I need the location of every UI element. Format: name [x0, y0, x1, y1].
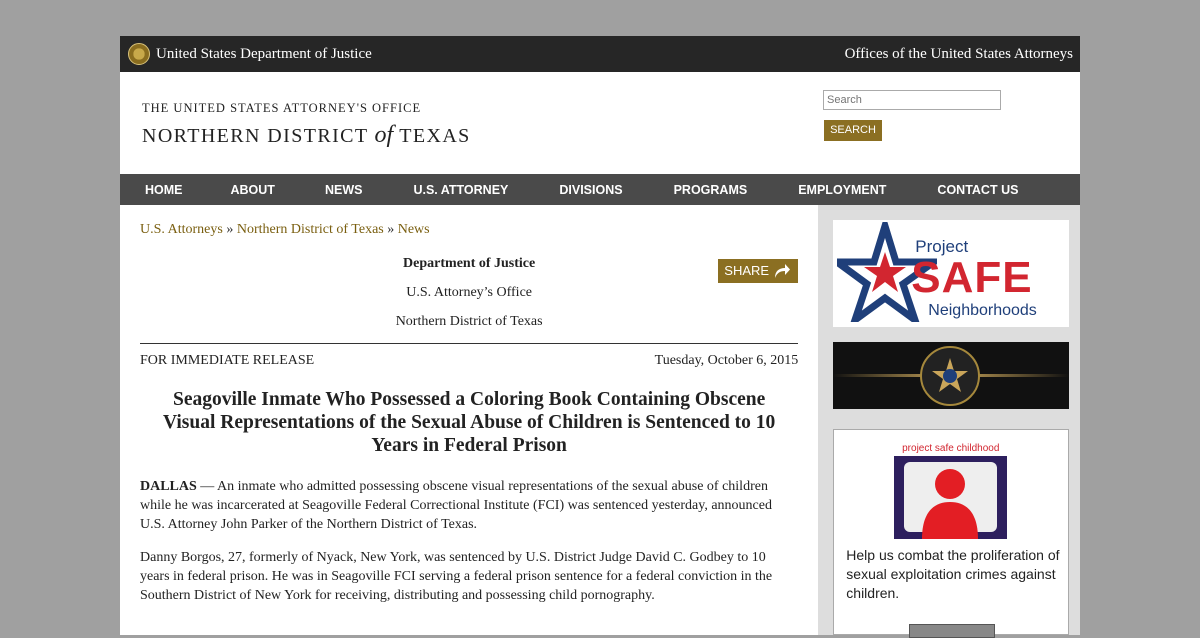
release-date: Tuesday, October 6, 2015	[654, 353, 799, 368]
breadcrumb-sep: »	[383, 222, 398, 237]
release-label: FOR IMMEDIATE RELEASE	[140, 353, 315, 368]
press-header: Department of Justice U.S. Attorney’s Of…	[140, 256, 798, 343]
office-district: NORTHERN DISTRICT	[142, 125, 369, 147]
breadcrumb: U.S. Attorneys » Northern District of Te…	[140, 222, 798, 238]
sidebar: Project SAFE Neighborhoods project safe …	[818, 205, 1080, 638]
paragraph-1-text: — An inmate who admitted possessing obsc…	[140, 479, 772, 532]
strike-force-badge-icon	[920, 346, 981, 406]
press-office: U.S. Attorney’s Office	[406, 285, 532, 300]
office-of: of	[374, 122, 394, 148]
psc-description: Help us combat the proliferation of sexu…	[846, 547, 1060, 601]
share-label: SHARE	[724, 263, 770, 278]
share-arrow-icon	[775, 264, 791, 278]
breadcrumb-us-attorneys[interactable]: U.S. Attorneys	[140, 222, 223, 237]
strike-force-banner[interactable]	[833, 342, 1070, 409]
project-safe-childhood-box: project safe childhood Help us combat th…	[833, 429, 1070, 638]
page-wrapper: United States Department of Justice Offi…	[120, 36, 1080, 638]
press-district: Northern District of Texas	[395, 314, 543, 329]
project-safe-neighborhoods-banner[interactable]: Project SAFE Neighborhoods	[833, 220, 1070, 327]
release-line: FOR IMMEDIATE RELEASE Tuesday, October 6…	[140, 353, 798, 369]
paragraph-1: DALLAS — An inmate who admitted possessi…	[140, 477, 798, 534]
psc-button[interactable]	[909, 624, 996, 638]
content-area: U.S. Attorneys » Northern District of Te…	[120, 205, 1080, 638]
share-button[interactable]: SHARE	[718, 259, 799, 283]
child-silhouette-icon	[922, 469, 979, 539]
breadcrumb-sep: »	[222, 222, 237, 237]
site-header: THE UNITED STATES ATTORNEY'S OFFICE NORT…	[120, 74, 1080, 174]
main-nav: HOME ABOUT NEWS U.S. ATTORNEY DIVISIONS …	[120, 174, 1080, 205]
paragraph-2: Danny Borgos, 27, formerly of Nyack, New…	[140, 550, 773, 603]
office-title-line2[interactable]: NORTHERN DISTRICT of TEXAS	[142, 122, 471, 149]
office-title-line1[interactable]: THE UNITED STATES ATTORNEY'S OFFICE	[142, 101, 421, 116]
doj-link[interactable]: United States Department of Justice	[120, 43, 372, 65]
breadcrumb-news[interactable]: News	[398, 222, 430, 237]
breadcrumb-district[interactable]: Northern District of Texas	[237, 222, 384, 237]
nav-employment[interactable]: EMPLOYMENT	[798, 183, 886, 197]
doj-label: United States Department of Justice	[156, 45, 372, 62]
nav-us-attorney[interactable]: U.S. ATTORNEY	[413, 183, 508, 197]
dateline: DALLAS	[140, 479, 197, 494]
nav-programs[interactable]: PROGRAMS	[674, 183, 748, 197]
divider	[140, 343, 799, 344]
main-column: U.S. Attorneys » Northern District of Te…	[120, 205, 818, 635]
psn-neighborhoods: Neighborhoods	[928, 302, 1037, 319]
search-button[interactable]: SEARCH	[824, 120, 882, 141]
doj-seal-icon	[128, 43, 150, 65]
nav-about[interactable]: ABOUT	[231, 183, 275, 197]
nav-home[interactable]: HOME	[145, 183, 183, 197]
press-dept: Department of Justice	[403, 256, 536, 271]
psc-image[interactable]: project safe childhood	[894, 442, 1008, 539]
nav-news[interactable]: NEWS	[325, 183, 363, 197]
psn-safe: SAFE	[911, 253, 1033, 302]
press-headline: Seagoville Inmate Who Possessed a Colori…	[162, 389, 776, 456]
nav-contact-us[interactable]: CONTACT US	[937, 183, 1018, 197]
search-input[interactable]	[823, 90, 1001, 110]
nav-divisions[interactable]: DIVISIONS	[559, 183, 622, 197]
office-state: TEXAS	[399, 125, 471, 147]
usao-link[interactable]: Offices of the United States Attorneys	[845, 46, 1073, 63]
top-bar: United States Department of Justice Offi…	[120, 36, 1080, 74]
